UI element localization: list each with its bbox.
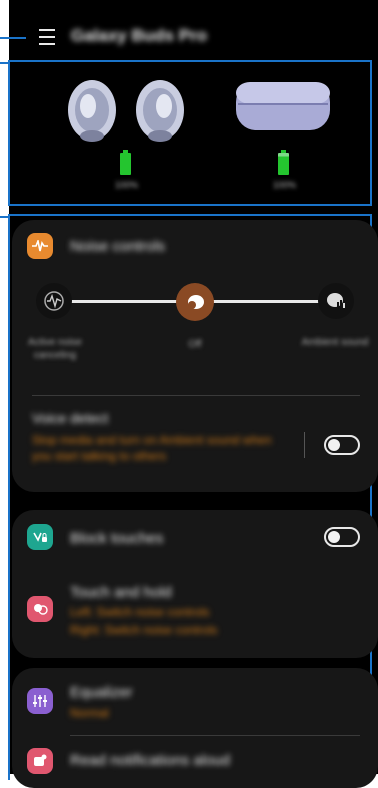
- left-battery-label: 100%: [115, 180, 139, 190]
- sound-settings-card: [12, 668, 378, 788]
- noise-controls-title: Noise controls: [70, 238, 166, 255]
- anc-mode-label: Active noise canceling: [28, 337, 82, 361]
- menu-icon-bar: [39, 43, 55, 45]
- left-earbud-image: [68, 80, 116, 142]
- menu-button[interactable]: [31, 22, 61, 52]
- equalizer-icon: [27, 688, 53, 714]
- voice-detect-description: Stop media and turn on Ambient sound whe…: [32, 433, 272, 463]
- read-notifications-title: Read notifications aloud: [70, 752, 231, 769]
- menu-icon: [39, 29, 55, 31]
- touch-and-hold-left: Left: Switch noise controls: [70, 605, 210, 619]
- notifications-icon: [27, 748, 53, 774]
- divider: [32, 395, 360, 396]
- divider: [70, 735, 360, 736]
- touch-and-hold-title: Touch and hold: [70, 584, 172, 601]
- noise-controls-icon: [27, 233, 53, 259]
- app-title: Galaxy Buds Pro: [71, 26, 208, 45]
- ambient-mode-button[interactable]: [318, 283, 354, 319]
- off-mode-label: Off: [188, 339, 202, 350]
- ambient-mode-label: Ambient sound: [301, 337, 369, 348]
- block-touches-icon: [27, 524, 53, 550]
- equalizer-value: Normal: [70, 706, 109, 720]
- menu-icon-bar: [39, 36, 55, 38]
- touch-and-hold-icon: [27, 596, 53, 622]
- case-battery-icon: [278, 150, 289, 175]
- block-touches-toggle[interactable]: [324, 527, 360, 547]
- toggle-knob: [328, 531, 340, 543]
- voice-detect-toggle[interactable]: [324, 435, 360, 455]
- app-header: Galaxy Buds Pro: [9, 0, 378, 60]
- anc-icon: [44, 291, 64, 311]
- charging-case-image: [236, 82, 330, 130]
- off-mode-button[interactable]: [176, 283, 214, 321]
- block-touches-title: Block touches: [70, 530, 164, 547]
- case-battery-label: 100%: [273, 180, 297, 190]
- vertical-divider: [304, 432, 305, 458]
- toggle-knob: [328, 439, 340, 451]
- left-battery-icon: [120, 150, 131, 175]
- touch-and-hold-right: Right: Switch noise controls: [70, 623, 218, 637]
- anc-mode-button[interactable]: [36, 283, 72, 319]
- earbud-icon: [188, 295, 204, 309]
- equalizer-title: Equalizer: [70, 684, 133, 701]
- voice-detect-title: Voice detect: [32, 410, 109, 426]
- device-status-panel: 100% 100%: [12, 64, 368, 202]
- right-earbud-image: [136, 80, 184, 142]
- ambient-sound-icon: [327, 293, 345, 308]
